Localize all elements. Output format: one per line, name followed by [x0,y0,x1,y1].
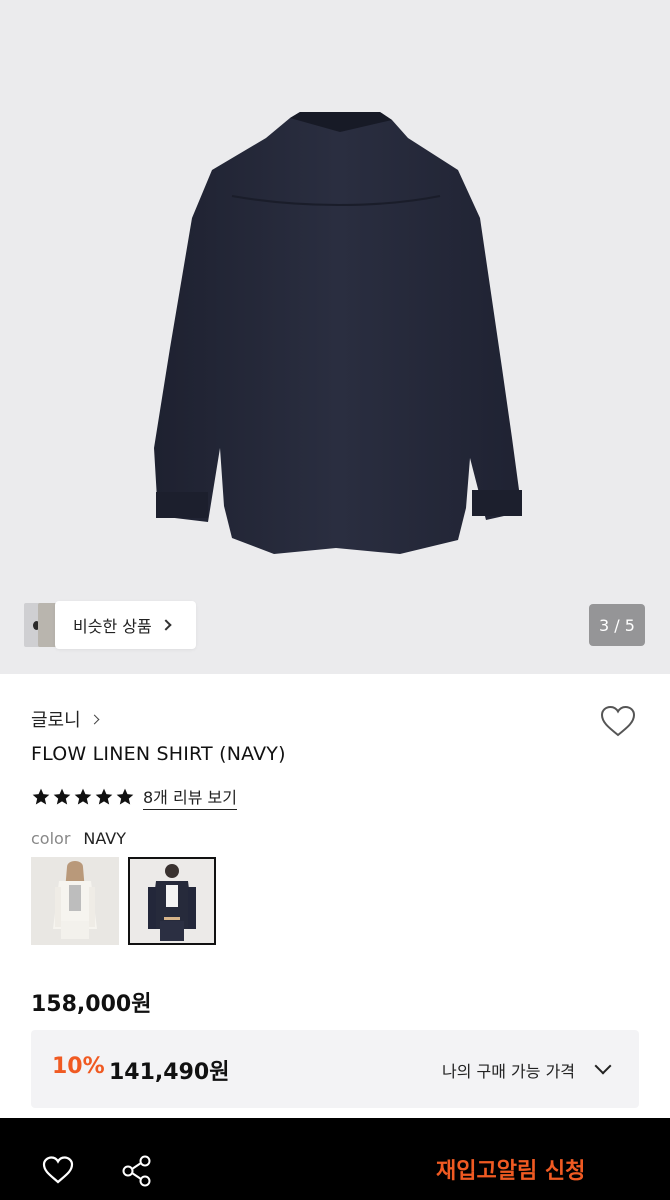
star-icon [32,788,50,805]
color-label: color [31,829,71,848]
color-swatch-ivory[interactable] [31,857,119,945]
similar-products-label: 비슷한 상품 [73,617,152,636]
star-icon [95,788,113,805]
star-icon [53,788,71,805]
product-image-gallery[interactable]: 비슷한 상품 3 / 5 [0,0,670,674]
brand-link[interactable]: 글로니 [31,706,100,732]
chevron-right-icon [89,714,100,724]
swatch-image-navy [130,859,214,943]
my-price-box[interactable]: 10% 141,490원 나의 구매 가능 가격 [31,1030,639,1108]
swatch-image-ivory [31,857,119,945]
similar-products-button[interactable]: 비슷한 상품 [55,601,196,649]
share-icon[interactable] [120,1154,154,1188]
image-counter: 3 / 5 [589,604,645,646]
rating-row: 8개 리뷰 보기 [31,784,237,810]
color-row: color NAVY [31,829,126,848]
color-swatch-navy[interactable] [128,857,216,945]
sale-price: 141,490원 [109,1060,230,1085]
chevron-down-icon[interactable] [594,1057,612,1075]
product-image-navy-shirt-back [154,112,522,554]
heart-icon[interactable] [598,702,638,742]
brand-name: 글로니 [31,710,81,731]
star-icon [116,788,134,805]
my-price-label: 나의 구매 가능 가격 [442,1062,576,1081]
review-link[interactable]: 8개 리뷰 보기 [143,784,237,810]
chevron-right-icon [160,619,172,631]
rating-stars [31,787,135,807]
restock-alert-button[interactable]: 재입고알림 신청 [436,1153,585,1185]
original-price: 158,000원 [31,992,152,1017]
product-title: FLOW LINEN SHIRT (NAVY) [31,743,286,765]
color-value: NAVY [83,829,127,848]
heart-icon[interactable] [41,1154,75,1186]
discount-percent: 10% [52,1054,105,1079]
star-icon [74,788,92,805]
